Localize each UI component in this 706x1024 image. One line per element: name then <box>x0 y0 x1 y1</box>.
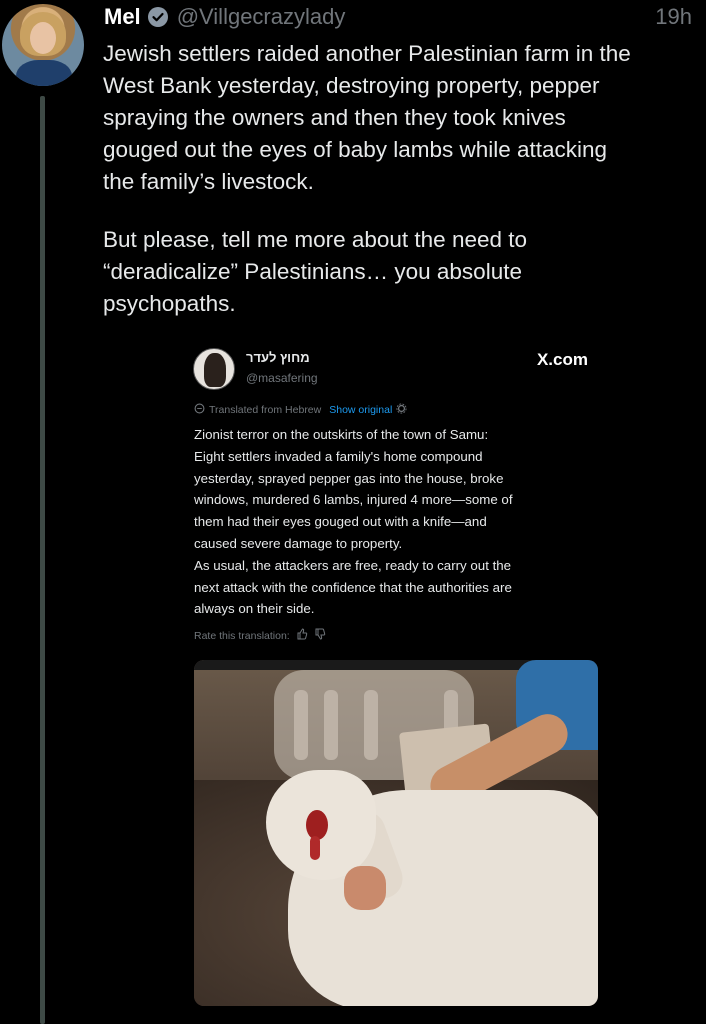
tweet-text: Jewish settlers raided another Palestini… <box>103 38 693 320</box>
avatar-body <box>16 60 72 86</box>
embedded-author-handle[interactable]: @masafering <box>246 371 318 385</box>
post-media-image[interactable] <box>194 660 598 1006</box>
translated-label: Translated from Hebrew <box>209 404 322 416</box>
embedded-post-text: Zionist terror on the outskirts of the t… <box>194 427 513 617</box>
verified-badge-icon <box>147 6 169 28</box>
avatar[interactable] <box>2 4 84 86</box>
thread-line <box>40 96 45 1024</box>
person-hand <box>344 866 386 910</box>
translate-icon <box>194 403 205 417</box>
lamb-blood <box>310 836 320 860</box>
translation-bar: Translated from Hebrew Show original <box>194 403 407 417</box>
background-sheep-leg <box>324 690 338 760</box>
embedded-author-name[interactable]: מחוץ לעדר <box>246 350 310 365</box>
tweet-paragraph-1: Jewish settlers raided another Palestini… <box>103 41 631 194</box>
timestamp[interactable]: 19h <box>655 4 692 30</box>
embedded-post[interactable]: מחוץ לעדר @masafering X.com Translated f… <box>180 340 606 1016</box>
show-original-link[interactable]: Show original <box>329 404 392 416</box>
rate-translation: Rate this translation: <box>194 628 326 643</box>
avatar-face <box>30 22 56 54</box>
embedded-avatar[interactable] <box>193 348 235 390</box>
tweet-paragraph-2: But please, tell me more about the need … <box>103 227 528 316</box>
background-sheep-leg <box>364 690 378 760</box>
source-label: X.com <box>536 350 588 369</box>
thumbs-up-icon[interactable] <box>296 628 308 643</box>
gear-icon[interactable] <box>396 403 407 417</box>
tweet-header: Mel @Villgecrazylady 19h <box>104 2 692 32</box>
thumbs-down-icon[interactable] <box>314 628 326 643</box>
background-sheep-leg <box>294 690 308 760</box>
author-handle[interactable]: @Villgecrazylady <box>177 4 346 30</box>
author-name[interactable]: Mel <box>104 4 141 30</box>
embedded-avatar-figure <box>204 353 226 387</box>
rate-label: Rate this translation: <box>194 629 290 642</box>
